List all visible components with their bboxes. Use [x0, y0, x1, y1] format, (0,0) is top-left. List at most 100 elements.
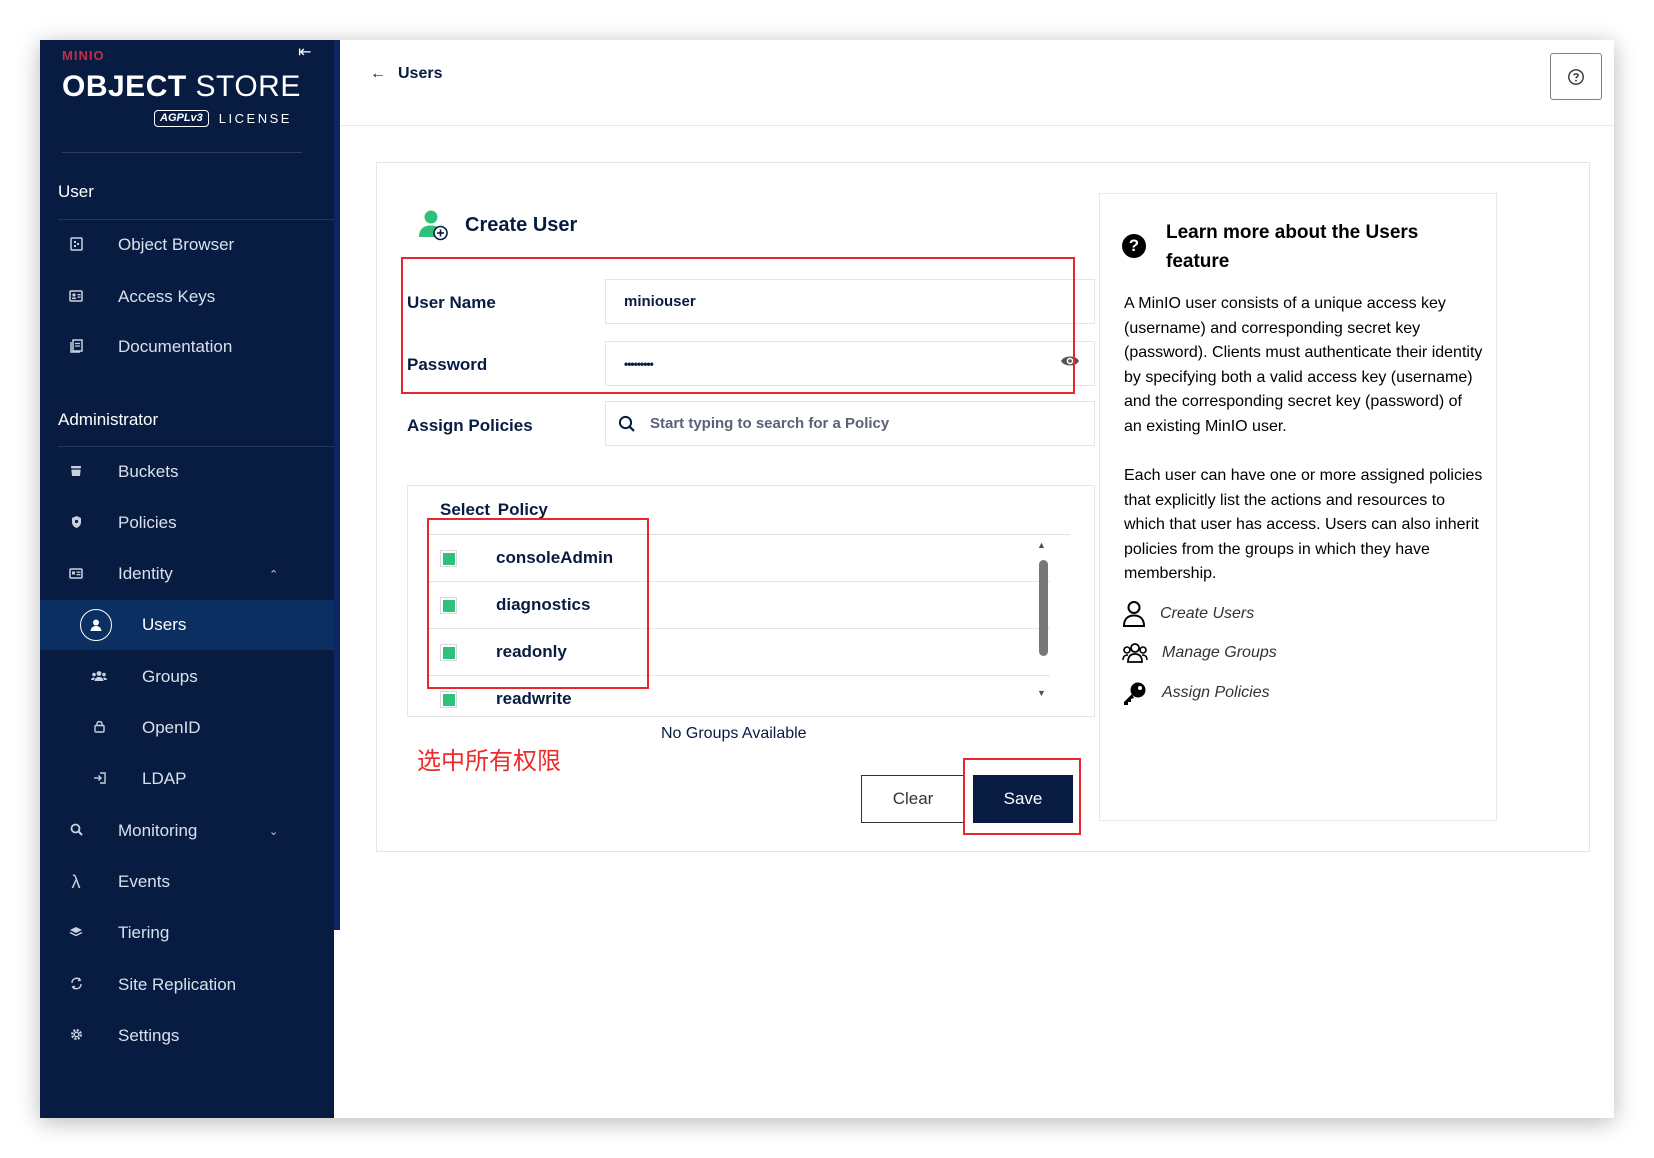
policy-checkbox[interactable] [440, 597, 457, 614]
page-title: Create User [465, 213, 578, 236]
sidebar-item-label: Settings [118, 1026, 180, 1045]
agpl-badge: AGPLv3 [154, 110, 209, 127]
documentation-icon [65, 338, 87, 356]
sidebar-item-openid[interactable]: OpenID [40, 703, 334, 753]
sidebar: MINIO OBJECT STORE AGPLv3 LICENSE ⇤ User… [40, 40, 338, 1118]
sidebar-item-users[interactable]: Users [40, 600, 334, 650]
scroll-down-arrow-icon[interactable]: ▼ [1037, 688, 1046, 698]
sidebar-item-object-browser[interactable]: Object Browser [40, 220, 334, 270]
sidebar-item-label: Documentation [118, 337, 233, 356]
question-circle-icon [1568, 68, 1584, 85]
help-button[interactable] [1550, 53, 1602, 100]
license-label: LICENSE [218, 111, 292, 126]
policy-row-consoleadmin[interactable]: consoleAdmin [428, 535, 1050, 582]
breadcrumb-users: Users [398, 65, 443, 82]
section-title-user: User [58, 182, 94, 201]
sidebar-item-monitoring[interactable]: Monitoring ⌄ [40, 806, 334, 856]
app-window: MINIO OBJECT STORE AGPLv3 LICENSE ⇤ User… [40, 40, 1614, 1118]
help-link-label: Assign Policies [1162, 684, 1270, 701]
password-field[interactable]: ••••••••• [605, 341, 1095, 386]
sidebar-item-label: Access Keys [118, 287, 216, 306]
sidebar-item-label: Site Replication [118, 975, 237, 994]
sidebar-item-label: LDAP [142, 769, 187, 788]
sidebar-item-label: Events [118, 872, 170, 891]
sidebar-item-documentation[interactable]: Documentation [40, 322, 334, 372]
user-circle-icon [80, 609, 112, 641]
password-value: ••••••••• [624, 356, 654, 371]
policy-name: consoleAdmin [496, 548, 614, 567]
sidebar-item-settings[interactable]: Settings [40, 1011, 334, 1061]
policy-row-readonly[interactable]: readonly [428, 629, 1050, 676]
help-link-manage-groups[interactable]: Manage Groups [1122, 642, 1277, 664]
policy-checkbox[interactable] [440, 550, 457, 567]
help-title: Learn more about the Users feature [1166, 222, 1419, 272]
logo-title-light: STORE [195, 70, 301, 103]
sidebar-item-label: Policies [118, 513, 177, 532]
sidebar-item-buckets[interactable]: Buckets [40, 447, 334, 497]
clear-button[interactable]: Clear [861, 775, 965, 823]
arrow-left-icon: ← [370, 65, 386, 82]
question-icon: ? [1122, 234, 1146, 258]
chevron-down-icon[interactable]: ⌄ [269, 825, 278, 838]
sidebar-item-label: Identity [118, 564, 173, 583]
group-icon [1122, 643, 1148, 663]
policy-name: readonly [496, 642, 567, 661]
sidebar-item-groups[interactable]: Groups [40, 652, 334, 702]
save-button[interactable]: Save [973, 775, 1073, 823]
policy-checkbox[interactable] [440, 644, 457, 661]
policy-row-readwrite[interactable]: readwrite [428, 676, 1050, 723]
sidebar-item-site-replication[interactable]: Site Replication [40, 960, 334, 1010]
help-link-label: Create Users [1160, 605, 1255, 622]
login-icon [88, 771, 110, 787]
policy-row-diagnostics[interactable]: diagnostics [428, 582, 1050, 629]
chevron-up-icon[interactable]: ⌃ [269, 568, 278, 581]
password-label: Password [407, 355, 488, 374]
buckets-icon [65, 464, 87, 480]
policy-list: Select Policy consoleAdmin diagnostics r… [407, 485, 1095, 717]
object-browser-icon [65, 236, 87, 254]
sidebar-item-label: Monitoring [118, 821, 198, 840]
eye-icon[interactable] [1060, 354, 1080, 373]
sidebar-item-identity[interactable]: Identity ⌃ [40, 549, 334, 599]
logo-title: OBJECT STORE [62, 70, 301, 104]
no-groups-message: No Groups Available [661, 725, 807, 742]
gear-icon [65, 1028, 87, 1044]
access-keys-icon [65, 289, 87, 305]
scrollbar-thumb[interactable] [1039, 560, 1048, 656]
sidebar-item-label: Buckets [118, 462, 179, 481]
divider [62, 152, 302, 153]
sidebar-item-access-keys[interactable]: Access Keys [40, 272, 334, 322]
help-paragraph-1: A MinIO user consists of a unique access… [1124, 295, 1483, 435]
search-placeholder: Start typing to search for a Policy [650, 415, 890, 432]
help-link-assign-policies[interactable]: Assign Policies [1122, 680, 1270, 706]
collapse-sidebar-icon[interactable]: ⇤ [298, 42, 311, 62]
create-user-heading: Create User [419, 209, 577, 241]
sidebar-item-tiering[interactable]: Tiering [40, 908, 334, 958]
monitoring-icon [65, 823, 87, 839]
username-field[interactable]: miniouser [605, 279, 1095, 324]
select-policy-header: Select Policy [440, 500, 548, 519]
help-paragraph-2: Each user can have one or more assigned … [1124, 467, 1483, 582]
logo-title-bold: OBJECT [62, 70, 187, 103]
lock-icon [88, 720, 110, 736]
sidebar-item-policies[interactable]: Policies [40, 498, 334, 548]
sidebar-item-label: Groups [142, 667, 198, 686]
page-header: ← Users [340, 40, 1614, 126]
username-value: miniouser [624, 293, 696, 310]
groups-icon [88, 670, 110, 685]
key-icon [1124, 682, 1146, 705]
add-user-icon [419, 210, 448, 241]
sidebar-item-events[interactable]: λ Events [40, 857, 334, 907]
policy-checkbox[interactable] [440, 691, 457, 708]
back-to-users-link[interactable]: ← Users [370, 65, 442, 83]
policies-icon [65, 515, 87, 532]
sidebar-item-label: Tiering [118, 923, 170, 942]
help-panel: ? Learn more about the Users feature A M… [1099, 193, 1497, 821]
sidebar-item-label: Users [142, 615, 187, 634]
replication-icon [65, 977, 87, 993]
sidebar-item-ldap[interactable]: LDAP [40, 754, 334, 804]
policy-search-input[interactable]: Start typing to search for a Policy [605, 401, 1095, 446]
sidebar-edge [334, 40, 340, 930]
help-link-create-users[interactable]: Create Users [1122, 600, 1254, 628]
scroll-up-arrow-icon[interactable]: ▲ [1037, 540, 1046, 550]
